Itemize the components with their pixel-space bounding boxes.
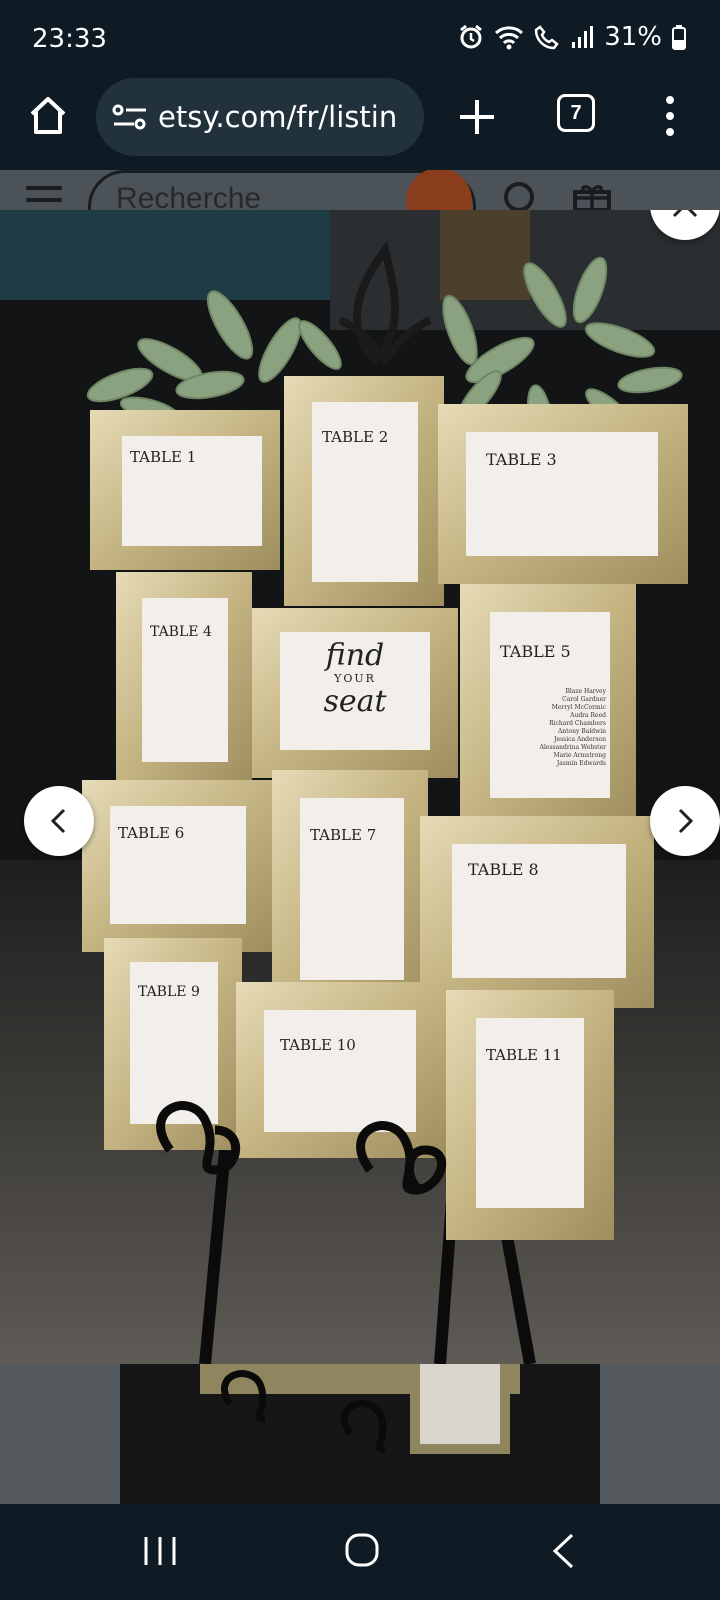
back-icon[interactable] [550,1532,576,1570]
wifi-icon [495,26,524,50]
find-text: find [325,638,385,673]
thumbnail-photo [120,1364,600,1504]
table-card-9: TABLE 9 [138,984,200,1000]
thumbnail-strip [0,1364,720,1504]
signal-icon [572,26,594,48]
chevron-right-icon [678,808,694,834]
previous-image-button[interactable] [24,786,94,856]
guest-name-list: Blaze Harvey Carol Gardner Merryl McCormic… [539,688,606,767]
tab-switcher-button[interactable]: 7 [557,94,595,132]
call-signal-icon [534,25,559,50]
table-card-8: TABLE 8 [468,860,539,879]
circle-home-icon[interactable] [344,1532,380,1568]
system-nav-bar [0,1504,720,1600]
table-card-5: TABLE 5 [500,642,571,661]
table-card-1: TABLE 1 [130,448,197,466]
hamburger-icon [26,186,62,210]
status-icons: 31% [458,22,686,52]
status-bar: 23:33 31% [0,0,720,78]
chevron-left-icon [50,808,66,834]
close-button[interactable] [650,210,720,240]
table-card-2: TABLE 2 [322,428,389,446]
alarm-icon [460,24,483,49]
more-vert-icon[interactable] [660,92,680,140]
etsy-header: Recherche [0,170,720,210]
seat-text: seat [323,684,387,719]
next-image-button[interactable] [650,786,720,856]
find-your-seat-card: find YOUR seat [280,640,430,719]
etsy-search-button [406,170,472,210]
table-card-3: TABLE 3 [486,450,557,469]
browser-toolbar: etsy.com/fr/listin 7 [0,78,720,170]
gift-icon [573,185,611,210]
recent-apps-icon[interactable] [142,1534,178,1568]
status-time: 23:33 [32,24,107,54]
table-card-11: TABLE 11 [486,1046,562,1064]
table-card-6: TABLE 6 [118,824,185,842]
table-card-10: TABLE 10 [280,1036,356,1054]
product-photo [0,210,720,1364]
site-settings-icon[interactable] [112,102,148,132]
address-bar[interactable]: etsy.com/fr/listin [96,78,424,156]
battery-percent: 31% [604,22,662,52]
thumbnail-image[interactable] [120,1364,600,1504]
url-text[interactable]: etsy.com/fr/listin [158,100,410,134]
etsy-search-placeholder: Recherche [116,182,262,210]
user-icon [504,182,534,210]
home-icon[interactable] [26,94,70,138]
table-card-4: TABLE 4 [150,624,212,640]
close-icon [672,210,698,218]
plus-icon[interactable] [454,94,500,140]
table-card-7: TABLE 7 [310,826,377,844]
image-viewer[interactable]: TABLE 1 TABLE 2 TABLE 3 TABLE 4 TABLE 5 … [0,210,720,1364]
battery-icon [672,25,686,50]
